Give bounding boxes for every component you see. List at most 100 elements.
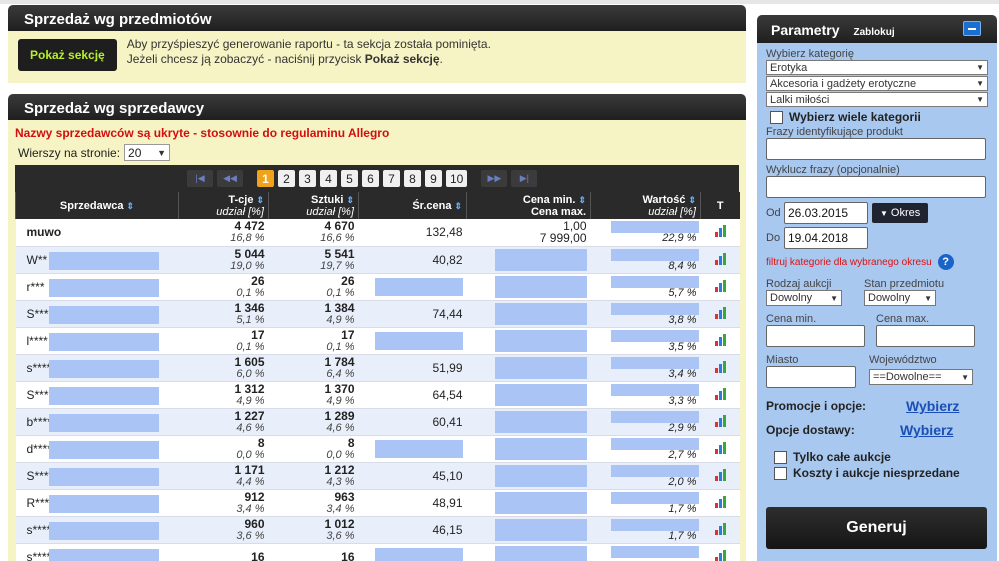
col-value[interactable]: Wartość ⇕ udział [%]	[590, 192, 701, 219]
page-button[interactable]: 8	[404, 170, 421, 187]
col-min-max[interactable]: Cena min. ⇕ Cena max.	[466, 192, 591, 219]
page-button[interactable]: 7	[383, 170, 400, 187]
costs-label: Koszty i aukcje niesprzedane	[793, 466, 960, 480]
multi-category-option[interactable]: Wybierz wiele kategorii	[770, 110, 988, 124]
seller-cell[interactable]: d****	[15, 435, 179, 463]
price-max-input[interactable]	[876, 325, 975, 347]
bar-chart-icon[interactable]	[714, 468, 726, 481]
bar-chart-icon[interactable]	[714, 495, 726, 508]
bar-chart-icon[interactable]	[714, 279, 726, 292]
page-button[interactable]: 4	[320, 170, 337, 187]
bar-chart-icon[interactable]	[714, 252, 726, 265]
page-button[interactable]: 9	[425, 170, 442, 187]
seller-cell[interactable]: W**	[15, 246, 179, 274]
seller-cell[interactable]: s****	[15, 516, 179, 544]
costs-checkbox[interactable]	[774, 466, 787, 480]
bar-chart-icon[interactable]	[714, 306, 726, 319]
redacted-bar	[374, 547, 463, 561]
trend-cell[interactable]	[700, 408, 740, 436]
seller-cell[interactable]: S****	[15, 462, 179, 490]
items-cell: 1 212 4,3 %	[268, 462, 359, 490]
next-page-button[interactable]: ▶▶	[481, 170, 508, 187]
page-button[interactable]: 6	[362, 170, 379, 187]
page-button[interactable]: 2	[278, 170, 295, 187]
page-button[interactable]: 1	[257, 170, 274, 187]
bar-chart-icon[interactable]	[714, 224, 726, 238]
avg-price-cell: 132,48	[358, 219, 467, 247]
bar-chart-icon[interactable]	[714, 441, 726, 454]
category-select-3[interactable]: Lalki miłości ▼	[766, 92, 988, 107]
to-date-input[interactable]: 19.04.2018	[784, 227, 868, 249]
first-page-button[interactable]: |◀	[187, 170, 213, 187]
page-button[interactable]: 5	[341, 170, 358, 187]
period-button[interactable]: ▼ Okres	[872, 203, 929, 223]
trend-cell[interactable]	[700, 381, 740, 409]
seller-cell[interactable]: l****	[15, 327, 179, 355]
last-page-button[interactable]: ▶|	[511, 170, 538, 187]
trend-cell[interactable]	[700, 219, 740, 247]
seller-cell[interactable]: R****	[15, 489, 179, 517]
from-date-input[interactable]: 26.03.2015	[784, 202, 868, 224]
generate-button[interactable]: Generuj	[766, 507, 987, 549]
trend-cell[interactable]	[700, 327, 740, 355]
trend-cell[interactable]	[700, 300, 740, 328]
seller-name: muwo	[26, 225, 62, 240]
category-select-2[interactable]: Akcesoria i gadżety erotyczne ▼	[766, 76, 988, 91]
bar-chart-icon[interactable]	[714, 387, 726, 400]
promo-choose-link[interactable]: Wybierz	[906, 398, 959, 414]
category-select-1[interactable]: Erotyka ▼	[766, 60, 988, 75]
multi-category-checkbox[interactable]	[770, 110, 783, 124]
transactions-cell: 1 312 4,9 %	[178, 381, 269, 409]
col-items[interactable]: Sztuki ⇕ udział [%]	[268, 192, 359, 219]
costs-option[interactable]: Koszty i aukcje niesprzedane	[774, 466, 988, 480]
col-avg-price[interactable]: Śr.cena ⇕	[358, 192, 467, 219]
col-transactions[interactable]: T-cje ⇕ udział [%]	[178, 192, 269, 219]
exclude-input[interactable]	[766, 176, 986, 198]
bar-chart-icon[interactable]	[714, 549, 726, 561]
seller-cell[interactable]: S***	[15, 300, 179, 328]
city-input[interactable]	[766, 366, 856, 388]
bar-chart-icon[interactable]	[714, 333, 726, 346]
redacted-bar	[494, 437, 587, 460]
bar-chart-icon[interactable]	[714, 522, 726, 535]
seller-cell[interactable]: muwo	[15, 219, 179, 247]
trend-cell[interactable]	[700, 543, 740, 561]
seller-cell[interactable]: s****	[15, 354, 179, 382]
show-section-button[interactable]: Pokaż sekcję	[18, 39, 117, 71]
price-min-input[interactable]	[766, 325, 865, 347]
seller-cell[interactable]: S***	[15, 381, 179, 409]
voivodeship-select[interactable]: ==Dowolne== ▼	[869, 369, 973, 385]
trend-cell[interactable]	[700, 516, 740, 544]
trend-cell[interactable]	[700, 354, 740, 382]
avg-price-cell: 74,44	[358, 300, 467, 328]
section-sales-by-seller: Sprzedaż wg sprzedawcy Nazwy sprzedawców…	[8, 94, 746, 561]
redacted-bar	[374, 439, 463, 458]
seller-cell[interactable]: r***	[15, 273, 179, 301]
delivery-choose-link[interactable]: Wybierz	[900, 422, 953, 438]
voivodeship-label: Województwo	[869, 354, 937, 366]
seller-cell[interactable]: s****	[15, 543, 179, 561]
trend-cell[interactable]	[700, 273, 740, 301]
trend-cell[interactable]	[700, 246, 740, 274]
filter-categories-link[interactable]: filtruj kategorie dla wybranego okresu	[766, 257, 932, 268]
trend-cell[interactable]	[700, 489, 740, 517]
collapse-icon[interactable]	[963, 21, 981, 36]
count: 1 384	[324, 300, 355, 315]
page-button[interactable]: 10	[446, 170, 468, 187]
item-state-select[interactable]: Dowolny ▼	[864, 290, 936, 306]
lock-button[interactable]: Zablokuj	[854, 27, 895, 38]
only-full-option[interactable]: Tylko całe aukcje	[774, 450, 988, 464]
bar-chart-icon[interactable]	[714, 360, 726, 373]
bar-chart-icon[interactable]	[714, 414, 726, 427]
seller-cell[interactable]: b****	[15, 408, 179, 436]
only-full-checkbox[interactable]	[774, 450, 787, 464]
trend-cell[interactable]	[700, 435, 740, 463]
prev-page-button[interactable]: ◀◀	[217, 170, 243, 187]
col-seller[interactable]: Sprzedawca ⇕	[15, 192, 179, 219]
trend-cell[interactable]	[700, 462, 740, 490]
rows-per-page-select[interactable]: 20 ▼	[124, 144, 171, 161]
help-icon[interactable]: ?	[937, 254, 954, 270]
phrases-input[interactable]	[766, 138, 986, 160]
auction-type-select[interactable]: Dowolny ▼	[766, 290, 842, 306]
page-button[interactable]: 3	[299, 170, 316, 187]
